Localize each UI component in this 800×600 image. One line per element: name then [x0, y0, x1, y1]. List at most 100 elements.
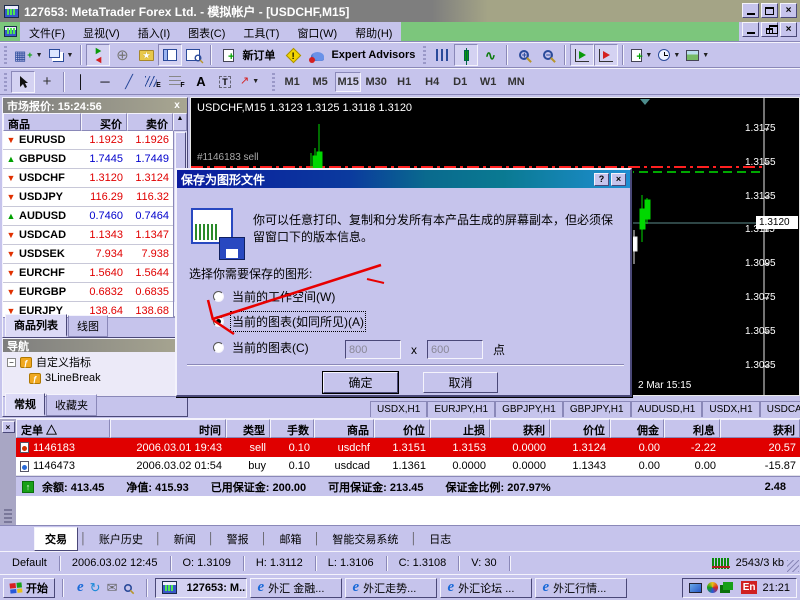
- chart-shift-button[interactable]: [86, 44, 110, 66]
- expert-advisors-label[interactable]: Expert Advisors: [331, 49, 415, 61]
- auto-scroll-button[interactable]: [570, 44, 594, 66]
- menu-item[interactable]: 窗口(W): [288, 22, 346, 41]
- line-chart-button[interactable]: ∿: [478, 44, 502, 66]
- display-tray-icon[interactable]: [689, 583, 702, 593]
- toolbar-grip[interactable]: [4, 46, 7, 64]
- favorites-button[interactable]: ★: [134, 44, 158, 66]
- chart-window-icon[interactable]: [0, 22, 20, 41]
- radio-label[interactable]: 当前的工作空间(W): [232, 288, 335, 305]
- app-tray-icon[interactable]: [707, 582, 718, 593]
- tab-商品列表[interactable]: 商品列表: [5, 314, 67, 337]
- menu-item[interactable]: 显视(V): [74, 22, 129, 41]
- market-watch-row[interactable]: ▼USDCHF1.31201.3124: [3, 169, 173, 188]
- period-button-m30[interactable]: M30: [363, 72, 389, 92]
- taskbar-button-0[interactable]: 127653: M...: [155, 578, 247, 598]
- period-button-m1[interactable]: M1: [279, 72, 305, 92]
- important-button[interactable]: !: [281, 44, 305, 66]
- dialog-close-button[interactable]: ×: [611, 173, 626, 186]
- new-order-label[interactable]: 新订单: [242, 47, 275, 63]
- cancel-button[interactable]: 取消: [423, 372, 498, 393]
- new-chart-button[interactable]: ▦+▼: [11, 44, 46, 66]
- chart-tab-EURJPYH1[interactable]: EURJPY,H1: [427, 401, 495, 417]
- trendline-button[interactable]: ╱: [117, 71, 141, 93]
- order-row[interactable]: 11461832006.03.01 19:43sell0.10usdchf1.3…: [16, 438, 800, 457]
- periods-button[interactable]: ▼: [655, 44, 683, 66]
- terminal-column-7[interactable]: 获利: [490, 419, 550, 438]
- menu-item[interactable]: 帮助(H): [346, 22, 401, 41]
- column-symbol[interactable]: 商品: [3, 113, 81, 131]
- dialog-help-button[interactable]: ?: [594, 173, 609, 186]
- taskbar-button-3[interactable]: e外汇论坛 ...: [440, 578, 532, 598]
- tab-收藏夹[interactable]: 收藏夹: [46, 394, 97, 416]
- candlestick-chart-button[interactable]: [454, 44, 478, 66]
- close-button[interactable]: ×: [780, 3, 797, 18]
- menu-item[interactable]: 插入(I): [129, 22, 179, 41]
- terminal-column-10[interactable]: 利息: [664, 419, 720, 438]
- terminal-tab-2[interactable]: 新闻: [164, 528, 206, 550]
- child-close-button[interactable]: ×: [780, 22, 797, 37]
- network-tray-icon[interactable]: [723, 582, 733, 590]
- market-watch-row[interactable]: ▼USDJPY116.29116.32: [3, 188, 173, 207]
- taskbar-button-4[interactable]: e外汇行情...: [535, 578, 627, 598]
- chart-autoscroll-target-button[interactable]: ⊕: [110, 44, 134, 66]
- chart-shift-end-button[interactable]: [594, 44, 618, 66]
- tree-item-3linebreak[interactable]: ƒ 3LineBreak: [7, 370, 185, 386]
- refresh-icon[interactable]: ↻: [90, 581, 101, 594]
- text-label-button[interactable]: T: [213, 71, 237, 93]
- radio-option-active-chart[interactable]: 当前的图表(如同所见)(A): [213, 313, 364, 329]
- market-watch-row[interactable]: ▼EURUSD1.19231.1926: [3, 131, 173, 150]
- terminal-column-0[interactable]: 定单 △: [16, 419, 110, 438]
- vertical-line-button[interactable]: │: [69, 71, 93, 93]
- period-button-m15[interactable]: M15: [335, 72, 361, 92]
- chart-tab-AUDUSDH1[interactable]: AUDUSD,H1: [631, 401, 703, 417]
- profiles-button[interactable]: ▼: [46, 44, 77, 66]
- menu-item[interactable]: 工具(T): [234, 22, 288, 41]
- text-tool-button[interactable]: A: [189, 71, 213, 93]
- market-watch-row[interactable]: ▼USDCAD1.13431.1347: [3, 226, 173, 245]
- width-input[interactable]: [345, 340, 401, 359]
- tree-item-custom-indicators[interactable]: − ƒ 自定义指标: [7, 354, 185, 370]
- toolbar-grip[interactable]: [423, 46, 426, 64]
- bar-chart-button[interactable]: [430, 44, 454, 66]
- zoom-out-button[interactable]: −: [536, 44, 560, 66]
- terminal-tab-4[interactable]: 邮箱: [270, 528, 312, 550]
- market-watch-row[interactable]: ▲AUDUSD0.74600.7464: [3, 207, 173, 226]
- height-input[interactable]: [427, 340, 483, 359]
- maximize-button[interactable]: [761, 3, 778, 18]
- terminal-tab-3[interactable]: 警报: [217, 528, 259, 550]
- chart-tab-GBPJPYH1[interactable]: GBPJPY,H1: [563, 401, 631, 417]
- collapse-icon[interactable]: −: [7, 358, 16, 367]
- terminal-column-8[interactable]: 价位: [550, 419, 610, 438]
- resize-grip[interactable]: [787, 560, 799, 572]
- radio-icon[interactable]: [213, 316, 224, 327]
- terminal-tab-0[interactable]: 交易: [34, 527, 78, 551]
- fibonacci-button[interactable]: F: [165, 71, 189, 93]
- radio-icon[interactable]: [213, 342, 224, 353]
- arrows-tool-button[interactable]: ↗▼: [237, 71, 262, 93]
- menu-item[interactable]: 图表(C): [179, 22, 234, 41]
- market-watch-row[interactable]: ▼USDSEK7.9347.938: [3, 245, 173, 264]
- period-button-m5[interactable]: M5: [307, 72, 333, 92]
- channel-button[interactable]: E: [141, 71, 165, 93]
- period-button-d1[interactable]: D1: [447, 72, 473, 92]
- market-watch-row[interactable]: ▼EURGBP0.68320.6835: [3, 283, 173, 302]
- terminal-column-3[interactable]: 手数: [270, 419, 314, 438]
- terminal-tab-5[interactable]: 智能交易系统: [322, 528, 408, 550]
- market-watch-row[interactable]: ▲GBPUSD1.74451.7449: [3, 150, 173, 169]
- chart-tab-USDXH1[interactable]: USDX,H1: [370, 401, 427, 417]
- zoom-in-button[interactable]: +: [512, 44, 536, 66]
- chart-tab-GBPJPYH1[interactable]: GBPJPY,H1: [495, 401, 563, 417]
- terminal-close-icon[interactable]: ×: [2, 421, 15, 433]
- templates-button[interactable]: ▼: [683, 44, 712, 66]
- toolbar-grip[interactable]: [272, 73, 275, 91]
- order-row[interactable]: 11464732006.03.02 01:54buy0.10usdcad1.13…: [16, 457, 800, 476]
- terminal-column-11[interactable]: 获利: [720, 419, 800, 438]
- terminal-grip[interactable]: [4, 509, 12, 523]
- taskbar-button-2[interactable]: e外汇走势...: [345, 578, 437, 598]
- indicators-button[interactable]: +▼: [628, 44, 655, 66]
- terminal-tab-6[interactable]: 日志: [419, 528, 461, 550]
- internet-explorer-icon[interactable]: e: [77, 579, 84, 596]
- terminal-column-1[interactable]: 时间: [110, 419, 226, 438]
- cursor-tool-button[interactable]: [11, 71, 35, 93]
- period-button-mn[interactable]: MN: [503, 72, 529, 92]
